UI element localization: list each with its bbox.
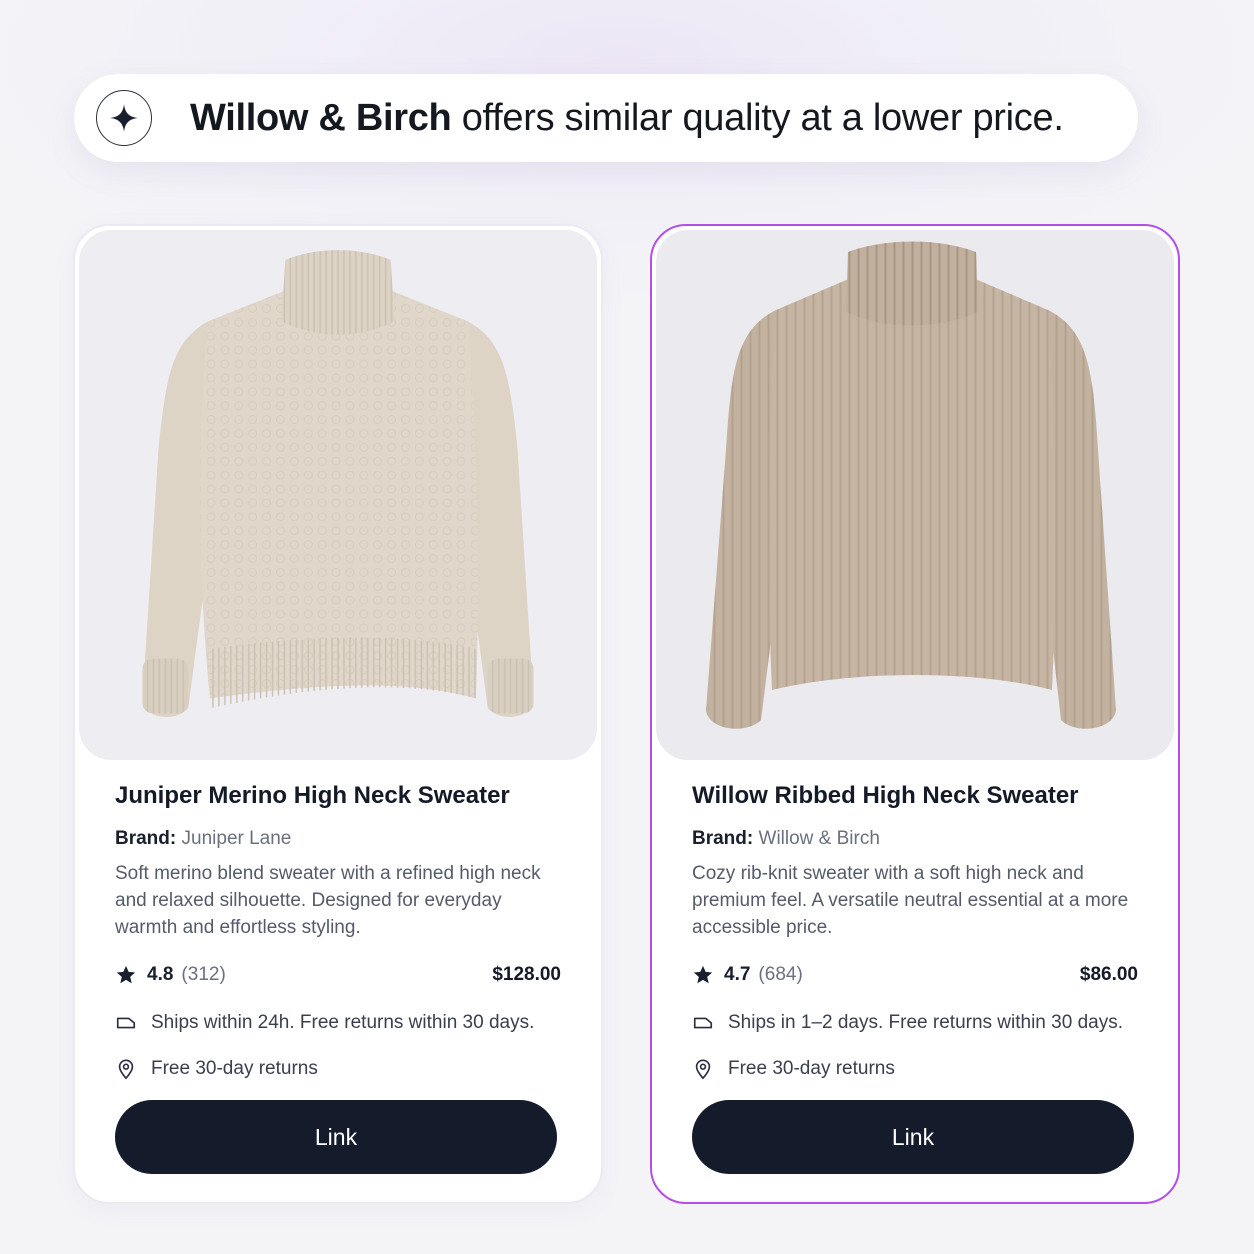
returns-text: Free 30-day returns: [728, 1058, 895, 1079]
returns-info: Free 30-day returns: [692, 1058, 895, 1080]
shipping-info: Ships within 24h. Free returns within 30…: [115, 1012, 534, 1034]
product-card: Juniper Merino High Neck Sweater Brand: …: [73, 224, 603, 1204]
returns-text: Free 30-day returns: [151, 1058, 318, 1079]
product-card-highlighted: Willow Ribbed High Neck Sweater Brand: W…: [650, 224, 1180, 1204]
product-link-button[interactable]: Link: [692, 1100, 1134, 1174]
product-price: $86.00: [1079, 964, 1138, 985]
location-pin-icon: [695, 1059, 711, 1080]
banner-brand: Willow & Birch: [190, 96, 452, 139]
rating-score: 4.7: [724, 964, 751, 985]
star-icon: [116, 965, 136, 984]
location-pin-icon: [118, 1059, 134, 1080]
returns-info: Free 30-day returns: [115, 1058, 318, 1080]
shipping-info: Ships in 1–2 days. Free returns within 3…: [692, 1012, 1123, 1034]
sparkle-icon: [96, 90, 152, 146]
product-brand: Brand: Juniper Lane: [115, 828, 291, 850]
product-title: Willow Ribbed High Neck Sweater: [692, 782, 1079, 809]
product-description: Cozy rib-knit sweater with a soft high n…: [692, 863, 1129, 938]
review-count: (312): [181, 964, 226, 985]
product-brand: Brand: Willow & Birch: [692, 828, 880, 850]
product-link-button[interactable]: Link: [115, 1100, 557, 1174]
brand-name: Juniper Lane: [181, 828, 292, 849]
recommendation-banner: Willow & Birch offers similar quality at…: [74, 74, 1138, 162]
product-description: Soft merino blend sweater with a refined…: [115, 863, 541, 938]
brand-label: Brand:: [692, 828, 754, 849]
product-image: [79, 230, 597, 760]
shipping-label-icon: [693, 1017, 713, 1029]
star-icon: [693, 965, 713, 984]
product-rating: 4.7 (684): [692, 964, 803, 986]
banner-message-text: offers similar quality at a lower price.: [451, 96, 1064, 139]
product-rating: 4.8 (312): [115, 964, 226, 986]
product-image: [656, 230, 1174, 760]
brand-label: Brand:: [115, 828, 177, 849]
sweater-image: [142, 250, 534, 718]
shipping-text: Ships within 24h. Free returns within 30…: [151, 1012, 535, 1033]
banner-message: Willow & Birch offers similar quality at…: [190, 97, 1064, 140]
shipping-text: Ships in 1–2 days. Free returns within 3…: [728, 1012, 1123, 1033]
shipping-label-icon: [116, 1017, 136, 1029]
review-count: (684): [758, 964, 803, 985]
brand-name: Willow & Birch: [758, 828, 880, 849]
sweater-image: [706, 241, 1116, 729]
rating-score: 4.8: [147, 964, 174, 985]
product-title: Juniper Merino High Neck Sweater: [115, 782, 510, 809]
product-price: $128.00: [492, 964, 561, 985]
